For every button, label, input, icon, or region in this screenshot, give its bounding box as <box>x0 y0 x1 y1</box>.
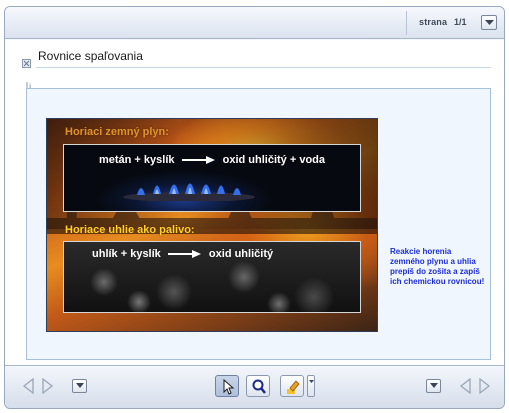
reaction-arrow-icon <box>167 250 201 259</box>
coal-equation: uhlík + kyslík oxid uhličitý <box>92 248 273 260</box>
right-dropdown-button[interactable] <box>426 379 441 393</box>
page-content: Rovnice spaľovania i Horiaci zemný plyn: <box>5 40 504 366</box>
bottom-toolbar <box>5 365 504 408</box>
toolbar-separator <box>406 11 407 35</box>
reaction-arrow-icon <box>181 156 215 165</box>
gas-equation-products: oxid uhličitý + voda <box>222 154 326 166</box>
chevron-down-icon <box>76 383 84 388</box>
highlighter-icon <box>287 380 300 394</box>
chevron-down-icon <box>485 20 494 25</box>
page-dropdown-button[interactable] <box>481 15 497 30</box>
presentation-window: strana 1/1 Rovnice spaľovania i Horiaci … <box>4 6 505 409</box>
chevron-down-icon <box>430 383 438 388</box>
arrow-left-icon[interactable] <box>459 378 471 394</box>
pointer-icon <box>223 379 235 395</box>
instruction-note: Reakcie horenia zemného plynu a uhlia pr… <box>390 247 485 286</box>
coal-equation-reactants: uhlík + kyslík <box>92 248 161 260</box>
tool-group <box>201 375 323 399</box>
arrow-right-icon[interactable] <box>42 378 54 394</box>
chevron-down-icon <box>309 380 314 383</box>
gas-flame-icon <box>123 183 255 201</box>
highlighter-dropdown-button[interactable] <box>307 375 315 397</box>
gas-equation: metán + kyslík oxid uhličitý + voda <box>64 154 360 166</box>
top-toolbar: strana 1/1 <box>5 7 504 39</box>
close-icon[interactable] <box>22 59 31 68</box>
highlighter-tool-button[interactable] <box>280 375 304 397</box>
coal-heading: Horiace uhlie ako palivo: <box>65 224 195 236</box>
page-label: strana <box>419 17 448 27</box>
zoom-icon <box>252 379 266 394</box>
arrow-right-icon[interactable] <box>479 378 491 394</box>
page-number: 1/1 <box>454 17 467 27</box>
coal-equation-box: uhlík + kyslík oxid uhličitý <box>63 241 361 313</box>
pointer-tool-button[interactable] <box>215 375 239 397</box>
gas-heading: Horiaci zemný plyn: <box>65 126 169 138</box>
zoom-tool-button[interactable] <box>246 375 270 397</box>
arrow-left-icon[interactable] <box>22 378 34 394</box>
content-panel: Horiaci zemný plyn: metán + kyslík oxid … <box>26 88 491 360</box>
page-title: Rovnice spaľovania <box>38 49 143 63</box>
left-dropdown-button[interactable] <box>72 379 87 393</box>
gas-equation-reactants: metán + kyslík <box>98 154 175 166</box>
title-divider <box>36 67 491 68</box>
coal-equation-products: oxid uhličitý <box>208 248 274 260</box>
gas-equation-box: metán + kyslík oxid uhličitý + voda <box>63 144 361 212</box>
slide-image: Horiaci zemný plyn: metán + kyslík oxid … <box>46 118 378 332</box>
